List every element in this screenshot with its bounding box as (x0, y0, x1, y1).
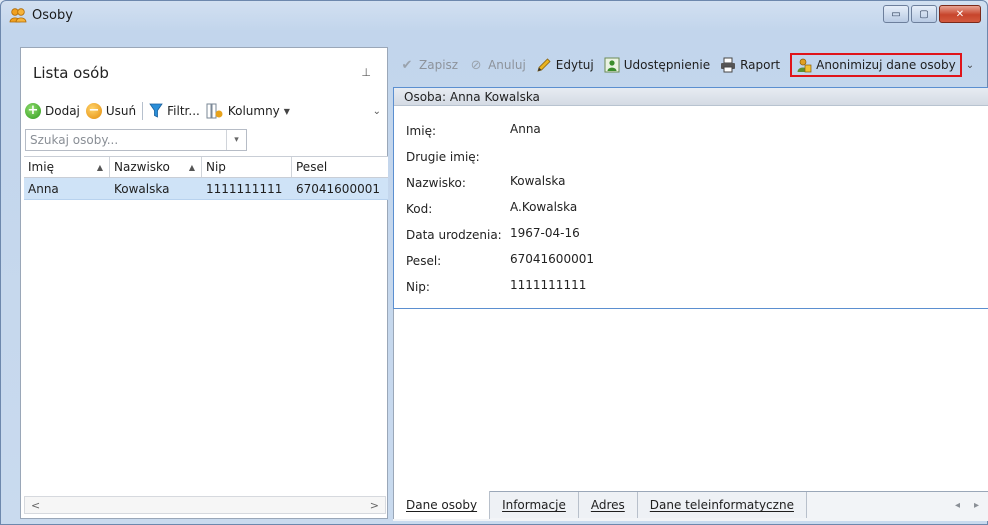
filter-icon (149, 103, 163, 118)
list-toolbar: + Dodaj − Usuń Filtr... Kolumny ▼ ⌄ (25, 100, 381, 122)
column-header-last-name[interactable]: Nazwisko ▲ (110, 157, 202, 177)
cell-first-name: Anna (28, 181, 59, 196)
caret-down-icon: ▼ (283, 106, 290, 116)
columns-button[interactable]: Kolumny ▼ (206, 103, 290, 119)
search-box: ▾ (25, 129, 247, 151)
value-last-name: Kowalska (510, 174, 566, 188)
search-input[interactable] (26, 130, 226, 150)
tab-address[interactable]: Adres (578, 492, 638, 518)
anonymize-button[interactable]: Anonimizuj dane osoby (790, 53, 962, 77)
pencil-icon (537, 58, 551, 72)
add-button[interactable]: + Dodaj (25, 103, 80, 119)
tab-information[interactable]: Informacje (490, 492, 579, 518)
maximize-button[interactable]: ▢ (911, 5, 937, 23)
anonymize-user-icon (797, 58, 812, 73)
person-detail-panel: Osoba: Anna Kowalska Imię: Anna Drugie i… (393, 87, 988, 309)
remove-button[interactable]: − Usuń (85, 103, 137, 119)
cell-pesel: 67041600001 (296, 181, 380, 196)
columns-icon (206, 103, 223, 119)
remove-label: Usuń (105, 104, 137, 118)
cancel-button[interactable]: ⊘ Anuluj (468, 57, 526, 73)
tab-next-icon[interactable]: ▸ (974, 500, 979, 511)
printer-icon (721, 57, 736, 73)
tab-prev-icon[interactable]: ◂ (955, 500, 960, 511)
report-button[interactable]: Raport (720, 57, 780, 73)
save-button[interactable]: ✔ Zapisz (399, 57, 459, 73)
title-bar: Osoby ▭ ▢ ✕ (1, 1, 987, 29)
share-button[interactable]: Udostępnienie (604, 57, 710, 73)
detail-tabs: Dane osoby Informacje Adres Dane teleinf… (393, 491, 988, 521)
toolbar-overflow-icon[interactable]: ⌄ (966, 60, 974, 71)
value-first-name: Anna (510, 122, 541, 136)
label-nip: Nip: (406, 280, 430, 294)
scroll-right-icon[interactable]: > (370, 499, 379, 512)
column-header-pesel[interactable]: Pesel (292, 157, 388, 177)
main-window: Osoby ▭ ▢ ✕ Lista osób ⊥ + Dodaj − Usuń (0, 0, 988, 525)
filter-label: Filtr... (167, 104, 200, 118)
cell-last-name: Kowalska (114, 181, 170, 196)
person-grid: Imię ▲ Nazwisko ▲ Nip Pesel Anna Kowalsk… (24, 156, 388, 200)
chevron-down-icon[interactable]: ⌄ (373, 106, 381, 117)
columns-label: Kolumny (227, 104, 280, 118)
edit-button[interactable]: Edytuj (536, 57, 594, 73)
share-user-icon (604, 57, 620, 73)
label-middle-name: Drugie imię: (406, 150, 480, 164)
minimize-button[interactable]: ▭ (883, 5, 909, 23)
column-header-nip[interactable]: Nip (202, 157, 292, 177)
cancel-icon: ⊘ (470, 57, 482, 73)
horizontal-scrollbar[interactable]: < > (24, 496, 386, 514)
tab-person-data[interactable]: Dane osoby (393, 491, 491, 519)
sort-up-icon: ▲ (96, 162, 103, 172)
minus-icon: − (85, 103, 102, 119)
tab-telecom-data[interactable]: Dane teleinformatyczne (637, 492, 807, 518)
label-pesel: Pesel: (406, 254, 442, 268)
label-code: Kod: (406, 202, 433, 216)
toolbar-separator (142, 102, 144, 120)
close-button[interactable]: ✕ (939, 5, 981, 23)
plus-icon: + (25, 103, 41, 119)
column-header-first-name[interactable]: Imię ▲ (24, 157, 110, 177)
cell-nip: 1111111111 (206, 181, 283, 196)
scroll-left-icon[interactable]: < (31, 499, 40, 512)
label-last-name: Nazwisko: (406, 176, 466, 190)
value-birth-date: 1967-04-16 (510, 226, 580, 240)
panel-title: Lista osób (33, 64, 109, 82)
table-row[interactable]: Anna Kowalska 1111111111 67041600001 (24, 178, 388, 200)
value-code: A.Kowalska (510, 200, 578, 214)
search-dropdown-icon[interactable]: ▾ (226, 130, 246, 150)
label-first-name: Imię: (406, 124, 436, 138)
tab-navigation: ◂ ▸ (955, 492, 988, 518)
value-nip: 1111111111 (510, 278, 587, 292)
grid-header: Imię ▲ Nazwisko ▲ Nip Pesel (24, 156, 388, 178)
panel-header: Lista osób ⊥ (21, 48, 387, 94)
empty-content-area (393, 309, 988, 491)
filter-button[interactable]: Filtr... (149, 103, 200, 119)
value-pesel: 67041600001 (510, 252, 594, 266)
label-birth-date: Data urodzenia: (406, 228, 502, 242)
person-list-panel: Lista osób ⊥ + Dodaj − Usuń Filtr... Kol… (20, 47, 388, 519)
detail-toolbar: ✔ Zapisz ⊘ Anuluj Edytuj Udostępnienie R… (395, 53, 988, 77)
sort-up-icon: ▲ (188, 162, 195, 172)
window-title: Osoby (32, 7, 73, 23)
add-label: Dodaj (45, 104, 80, 118)
detail-header: Osoba: Anna Kowalska (394, 88, 988, 106)
pin-icon[interactable]: ⊥ (361, 66, 371, 79)
checkmark-icon: ✔ (401, 57, 413, 73)
people-icon (9, 8, 27, 23)
